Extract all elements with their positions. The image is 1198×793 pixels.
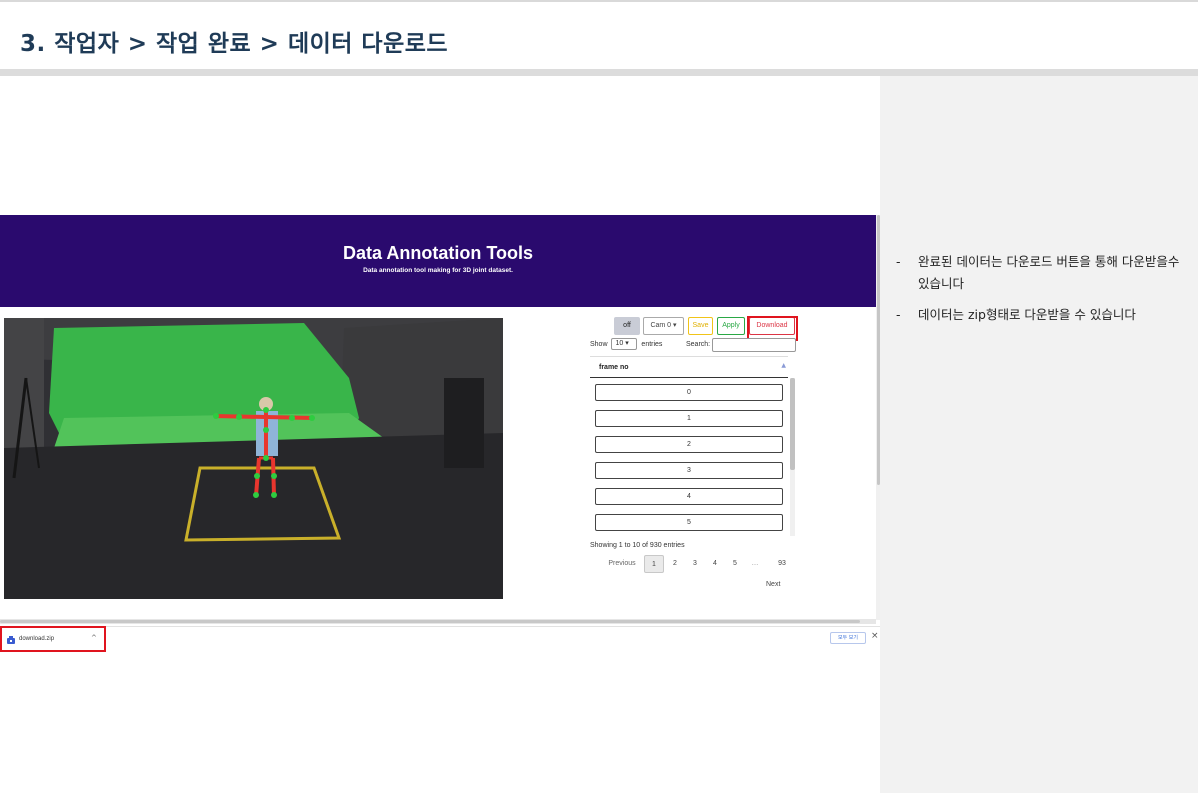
note-text: 데이터는 zip형태로 다운받을 수 있습니다	[918, 307, 1136, 322]
app-title: Data Annotation Tools	[343, 243, 533, 263]
note-bullet: -	[896, 307, 901, 322]
app-header: Data Annotation Tools Data annotation to…	[0, 215, 876, 307]
page-scrollbar-thumb[interactable]	[877, 215, 880, 485]
pagination-ellipsis: …	[751, 560, 759, 567]
table-info: Showing 1 to 10 of 930 entries	[590, 542, 685, 549]
page-size-value: 10	[615, 340, 624, 347]
app-screenshot: Data Annotation Tools Data annotation to…	[0, 215, 880, 655]
search-label: Search:	[686, 341, 711, 348]
page-size-control: Show 10 ▾ entries	[590, 338, 662, 350]
horizontal-scrollbar-thumb[interactable]	[0, 620, 860, 623]
notes-panel: - 완료된 데이터는 다운로드 버튼을 통해 다운받을수 있습니다 - 데이터는…	[880, 76, 1198, 793]
page-size-select[interactable]: 10 ▾	[611, 338, 638, 350]
table-scrollbar-thumb[interactable]	[790, 378, 795, 470]
table-row[interactable]: 0	[595, 384, 783, 401]
chevron-down-icon: ▾	[673, 322, 677, 329]
note-bullet: -	[896, 254, 901, 269]
pagination-page-2[interactable]: 2	[666, 555, 684, 573]
video-frame[interactable]	[4, 318, 503, 599]
show-all-button[interactable]: 모두 보기	[830, 632, 866, 644]
pagination-previous[interactable]: Previous	[600, 555, 644, 573]
studio-scene-image	[4, 318, 503, 599]
frame-list: 0 1 2 3 4 5	[590, 378, 795, 536]
title-divider	[0, 69, 1198, 76]
note-item: - 완료된 데이터는 다운로드 버튼을 통해 다운받을수 있습니다	[896, 251, 1186, 295]
note-item: - 데이터는 zip형태로 다운받을 수 있습니다	[896, 304, 1186, 326]
apply-button[interactable]: Apply	[717, 317, 745, 335]
table-row[interactable]: 1	[595, 410, 783, 427]
pagination-page-93[interactable]: 93	[770, 555, 794, 573]
table-row[interactable]: 3	[595, 462, 783, 479]
pagination-page-4[interactable]: 4	[706, 555, 724, 573]
entries-label: entries	[641, 340, 663, 348]
sort-ascending-icon: ▲	[781, 362, 786, 369]
table-row[interactable]: 2	[595, 436, 783, 453]
pagination-page-3[interactable]: 3	[686, 555, 704, 573]
table-header[interactable]: frame no ▲	[590, 356, 788, 378]
table-row[interactable]: 4	[595, 488, 783, 505]
pagination-next[interactable]: Next	[766, 578, 780, 592]
app-subtitle: Data annotation tool making for 3D joint…	[363, 267, 513, 274]
camera-select-label: Cam 0	[650, 322, 672, 329]
pagination-page-5[interactable]: 5	[726, 555, 744, 573]
download-bar: download.zip ^	[0, 626, 880, 655]
search-input[interactable]	[712, 338, 796, 352]
download-item-highlight	[0, 626, 106, 652]
page-title: 3. 작업자 > 작업 완료 > 데이터 다운로드	[20, 31, 449, 57]
note-text: 완료된 데이터는 다운로드 버튼을 통해 다운받을수 있습니다	[918, 254, 1180, 291]
off-button[interactable]: off	[614, 317, 640, 335]
column-header-frame-no: frame no	[599, 364, 629, 371]
show-label: Show	[590, 340, 608, 348]
close-icon[interactable]: ×	[871, 631, 879, 641]
table-row[interactable]: 5	[595, 514, 783, 531]
save-button[interactable]: Save	[688, 317, 713, 335]
camera-select[interactable]: Cam 0 ▾	[643, 317, 684, 335]
pagination-page-1[interactable]: 1	[644, 555, 664, 573]
slide-title-bar: 3. 작업자 > 작업 완료 > 데이터 다운로드	[0, 0, 1198, 70]
